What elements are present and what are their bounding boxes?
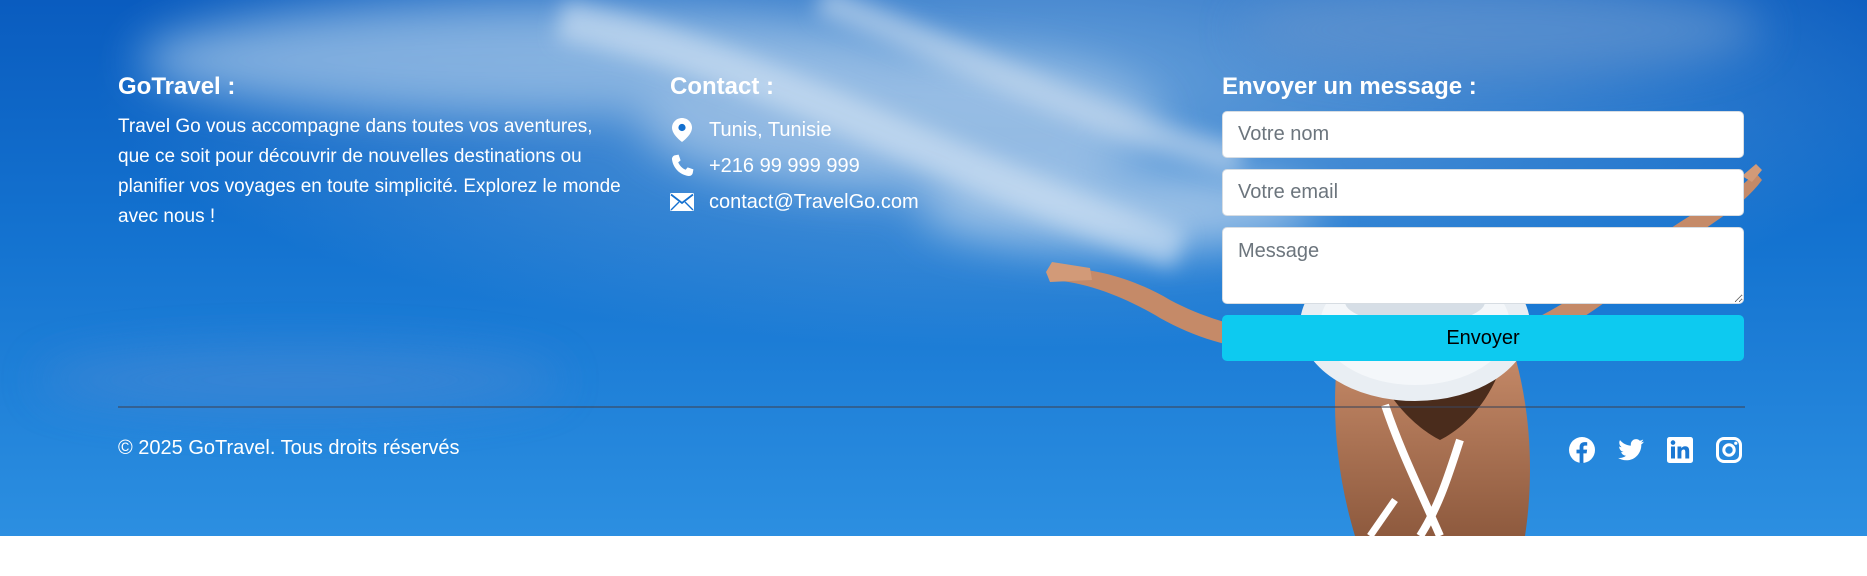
linkedin-link[interactable] [1666,436,1694,464]
contact-address-text: Tunis, Tunisie [709,118,832,141]
form-title: Envoyer un message : [1222,73,1477,100]
facebook-link[interactable] [1568,436,1596,464]
linkedin-icon [1667,437,1693,463]
site-footer: GoTravel : Travel Go vous accompagne dan… [0,0,1867,536]
contact-title: Contact : [670,73,774,100]
copyright-text: © 2025 GoTravel. Tous droits réservés [118,437,460,459]
envelope-icon [670,189,694,215]
contact-email: contact@TravelGo.com [670,184,919,220]
footer-divider [118,406,1745,408]
name-input[interactable] [1222,111,1744,158]
about-title: GoTravel : [118,73,236,100]
twitter-link[interactable] [1617,436,1645,464]
contact-phone: +216 99 999 999 [670,148,919,184]
twitter-icon [1618,439,1644,461]
map-pin-icon [670,117,694,143]
contact-email-text: contact@TravelGo.com [709,190,919,213]
contact-list: Tunis, Tunisie +216 99 999 999 contact@T… [670,112,919,220]
social-links [1568,436,1743,464]
email-input[interactable] [1222,169,1744,216]
message-form: Envoyer [1222,111,1744,361]
phone-icon [670,153,694,179]
message-textarea[interactable] [1222,227,1744,304]
instagram-link[interactable] [1715,436,1743,464]
contact-phone-text: +216 99 999 999 [709,154,860,177]
instagram-icon [1716,437,1742,463]
facebook-icon [1569,437,1595,463]
about-text: Travel Go vous accompagne dans toutes vo… [118,116,621,227]
send-button[interactable]: Envoyer [1222,315,1744,361]
contact-address: Tunis, Tunisie [670,112,919,148]
